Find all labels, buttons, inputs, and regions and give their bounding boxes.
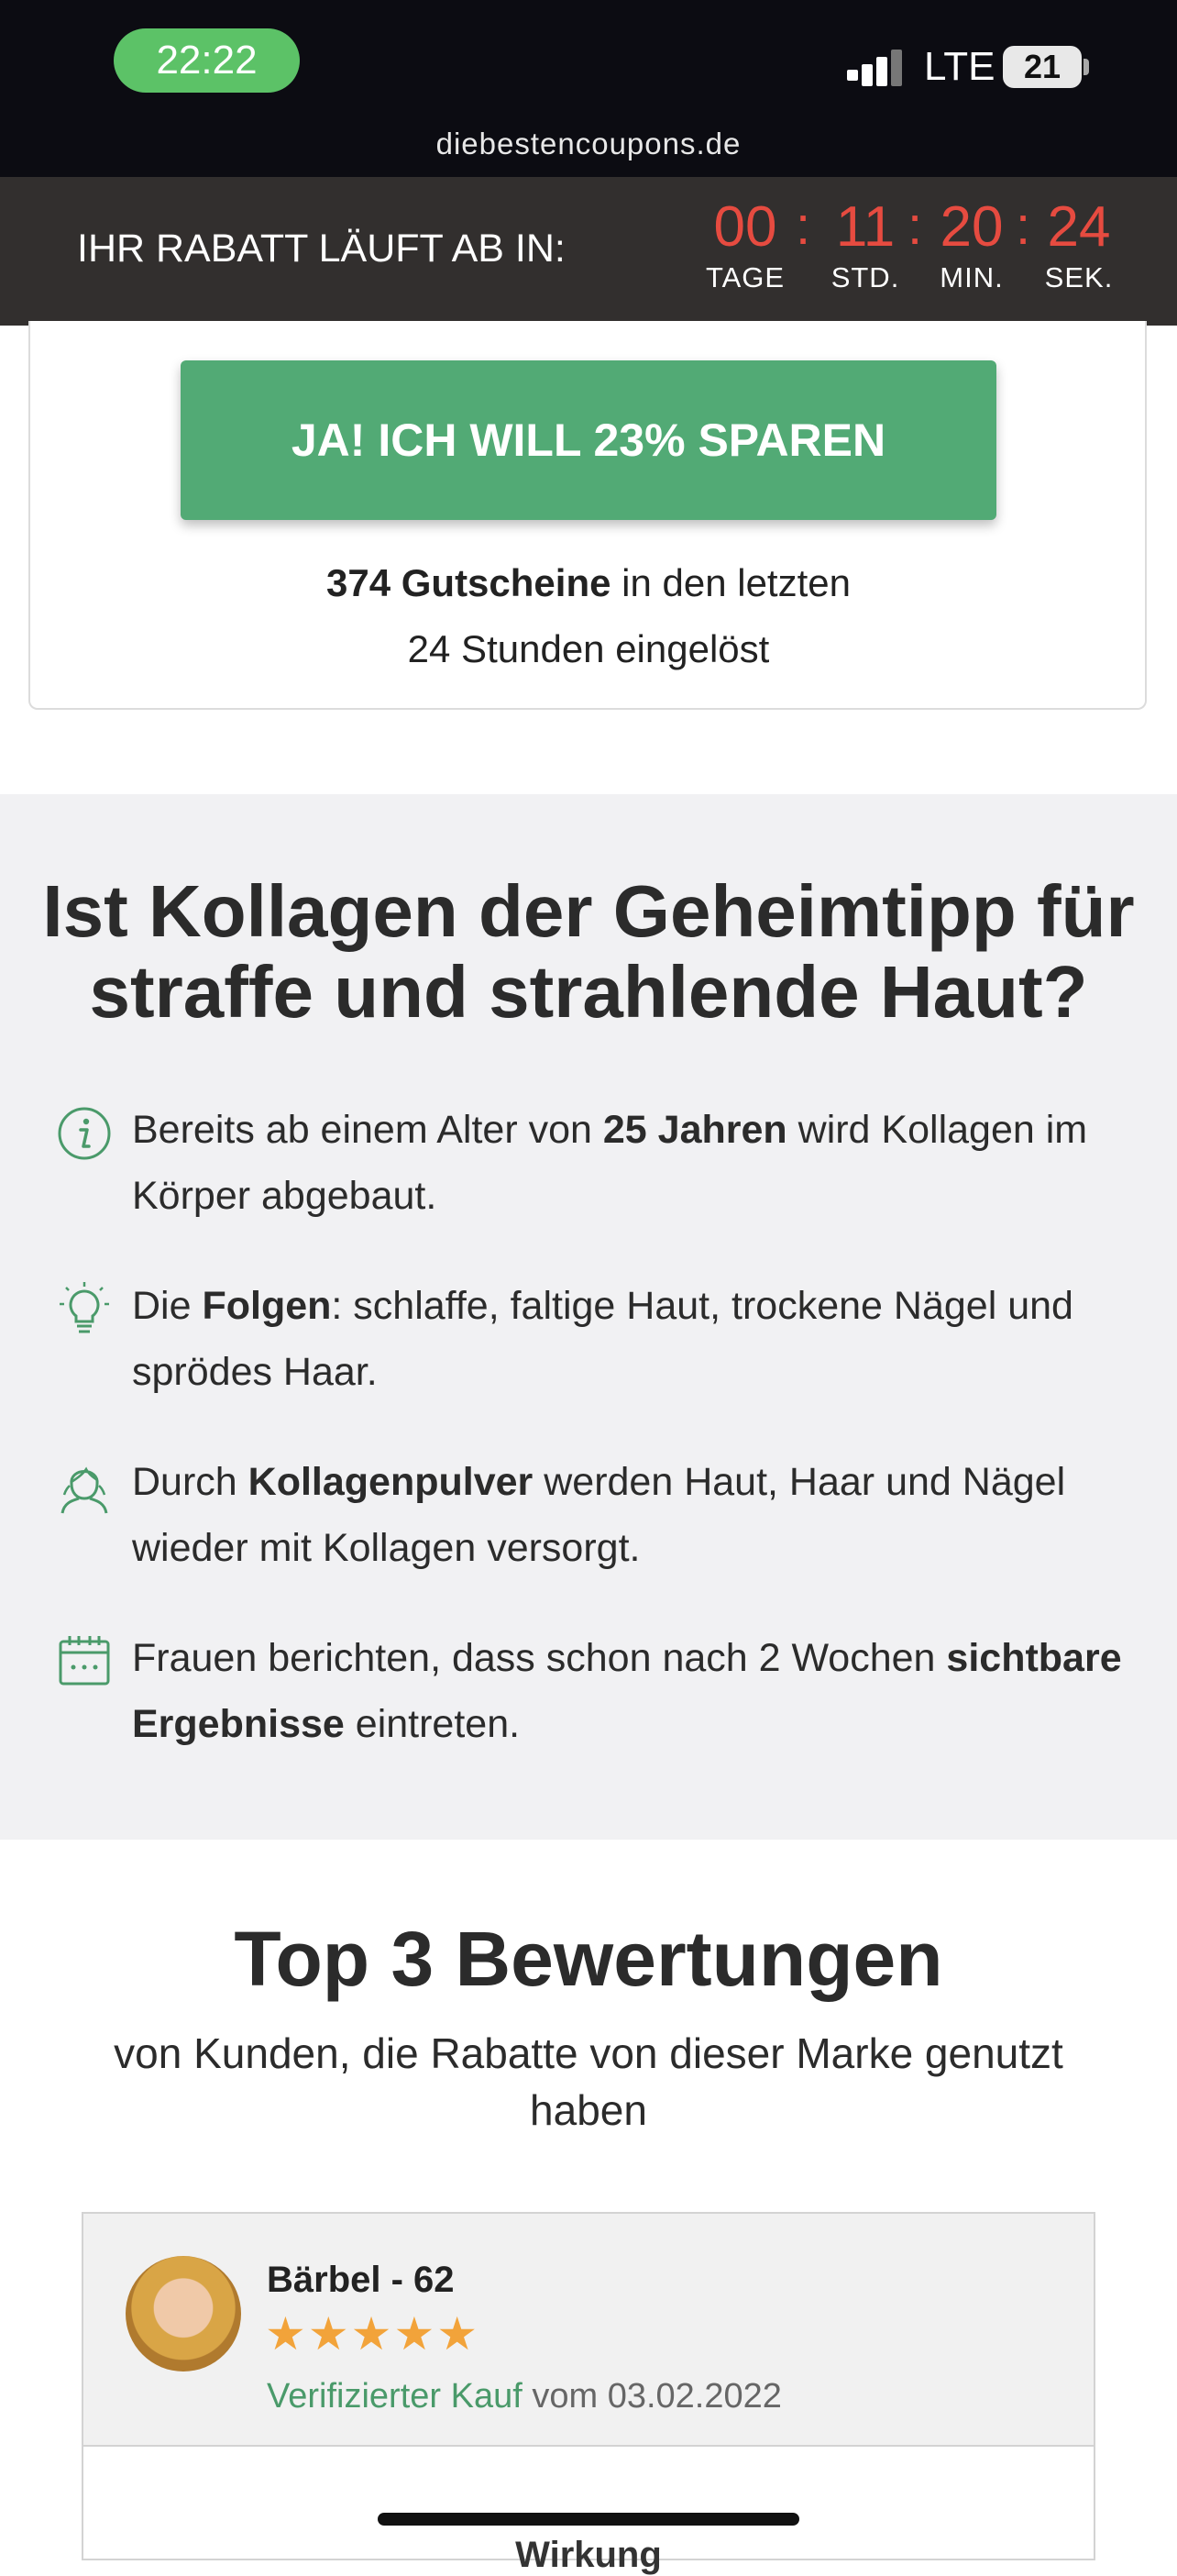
discount-countdown-bar: IHR RABATT LÄUFT AB IN: 00 TAGE : 11 STD…: [0, 177, 1177, 326]
battery-tip: [1084, 59, 1089, 75]
reviewer-name: Bärbel - 62: [267, 2260, 455, 2300]
bullet-text-part: werden Haut, Haar und Nägel: [533, 1460, 1066, 1504]
bullet-text-bold: Kollagenpulver: [248, 1460, 534, 1504]
countdown-days-caption: TAGE: [706, 261, 786, 293]
redeemed-count: 374 Gutscheine: [326, 561, 611, 604]
bullet-text-bold: sichtbare: [946, 1636, 1122, 1680]
countdown-label: IHR RABATT LÄUFT AB IN:: [77, 227, 566, 271]
review-card: Bärbel - 62 ★★★★★ Verifizierter Kauf vom…: [82, 2212, 1095, 2575]
woman-face-icon: [60, 1466, 108, 1514]
bullet-text-part: wird Kollagen im: [786, 1108, 1088, 1152]
bullet-text: Durch Kollagenpulver werden Haut, Haar u…: [132, 1449, 1140, 1581]
countdown-minutes: 20 MIN.: [930, 193, 1014, 294]
verified-purchase: Verifizierter Kauf vom 03.02.2022: [267, 2377, 782, 2416]
lightbulb-icon: [60, 1282, 109, 1333]
save-23-percent-button[interactable]: JA! ICH WILL 23% SPAREN: [181, 360, 996, 520]
bullet-text-part: Durch: [132, 1460, 248, 1504]
countdown-minutes-value: 20: [940, 195, 1004, 259]
reviews-subtitle: von Kunden, die Rabatte von dieser Marke…: [114, 2029, 1063, 2134]
countdown-days-value: 00: [713, 195, 777, 259]
countdown-separator: :: [908, 196, 923, 256]
bullet-text-part: Bereits ab einem Alter von: [132, 1108, 603, 1152]
redeemed-text-line2: 24 Stunden eingelöst: [407, 627, 770, 670]
status-bar: 22:22 LTE 21 diebestencoupons.de: [0, 0, 1177, 177]
bullet-text-line2: Körper abgebaut.: [132, 1174, 437, 1218]
countdown-days: 00 TAGE: [706, 193, 785, 294]
redeemed-text: in den letzten: [610, 561, 851, 604]
bullet-text-line2: eintreten.: [344, 1702, 521, 1746]
calendar-icon: [59, 1636, 110, 1686]
reviews-title: Top 3 Bewertungen: [234, 1916, 943, 2002]
bullet-text-line2: wieder mit Kollagen versorgt.: [132, 1526, 641, 1570]
url-domain[interactable]: diebestencoupons.de: [0, 127, 1177, 161]
verified-label: Verifizierter Kauf: [267, 2377, 522, 2416]
cellular-signal-icon: [847, 50, 902, 86]
countdown-seconds-caption: SEK.: [1044, 261, 1114, 293]
bullet-text-part: : schlaffe, faltige Haut, trockene Nägel…: [331, 1284, 1073, 1328]
home-indicator[interactable]: [378, 2513, 799, 2526]
section-title-line2: straffe und strahlende Haut?: [89, 951, 1088, 1033]
countdown-seconds-value: 24: [1047, 195, 1111, 259]
countdown-hours-value: 11: [835, 195, 896, 259]
avatar: [126, 2256, 241, 2371]
network-type: LTE: [924, 44, 996, 89]
review-header: Bärbel - 62 ★★★★★ Verifizierter Kauf vom…: [83, 2214, 1094, 2447]
countdown-seconds: 24 SEK.: [1038, 193, 1120, 294]
bullet-text: Frauen berichten, dass schon nach 2 Woch…: [132, 1625, 1140, 1757]
countdown-hours: 11 STD.: [820, 193, 911, 294]
bullet-text-line2: sprödes Haar.: [132, 1350, 378, 1394]
bullet-text-part: Frauen berichten, dass schon nach 2 Woch…: [132, 1636, 947, 1680]
countdown-separator: :: [1016, 196, 1031, 256]
bullet-text-part: Die: [132, 1284, 203, 1328]
bullet-text: Bereits ab einem Alter von 25 Jahren wir…: [132, 1097, 1140, 1229]
bullet-text-bold: Ergebnisse: [132, 1702, 345, 1746]
countdown-separator: :: [796, 196, 811, 256]
status-time: 22:22: [114, 28, 300, 93]
star-rating: ★★★★★: [265, 2308, 480, 2360]
battery-icon: 21: [1003, 46, 1082, 88]
review-body-title: Wirkung: [515, 2535, 662, 2575]
section-title-line1: Ist Kollagen der Geheimtipp für: [42, 870, 1135, 952]
bullet-text-bold: 25 Jahren: [602, 1108, 787, 1152]
review-date: vom 03.02.2022: [522, 2377, 782, 2416]
redeemed-coupons-text: 374 Gutscheine in den letzten 24 Stunden…: [0, 550, 1177, 682]
section-title: Ist Kollagen der Geheimtipp für straffe …: [37, 871, 1140, 1033]
countdown-minutes-caption: MIN.: [940, 261, 1004, 293]
bullet-text-bold: Folgen: [202, 1284, 332, 1328]
battery-level: 21: [1023, 48, 1062, 85]
info-icon: [58, 1107, 111, 1160]
countdown-hours-caption: STD.: [830, 261, 900, 293]
bullet-text: Die Folgen: schlaffe, faltige Haut, troc…: [132, 1273, 1140, 1405]
